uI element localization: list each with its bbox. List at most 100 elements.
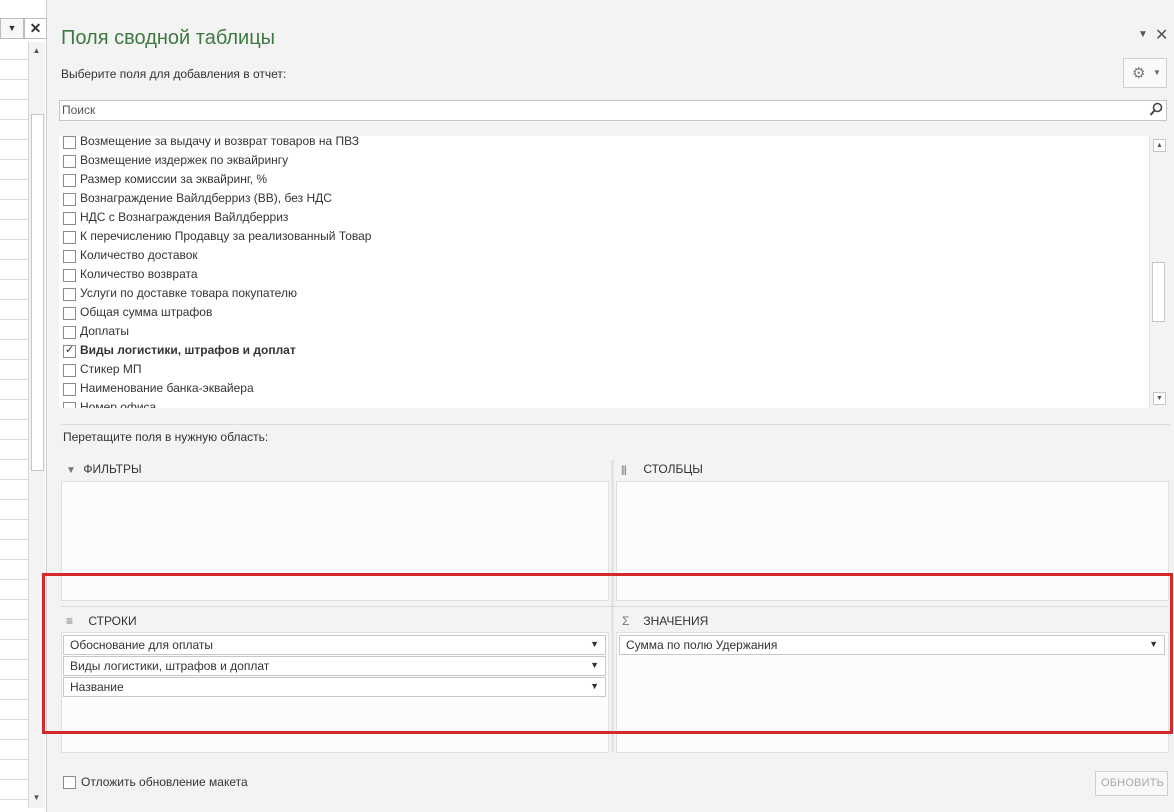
update-button[interactable]: ОБНОВИТЬ (1095, 771, 1168, 796)
field-checkbox[interactable] (63, 193, 76, 206)
grid-line (0, 139, 28, 140)
filters-title: ФИЛЬТРЫ (83, 462, 142, 476)
field-label: К перечислению Продавцу за реализованный… (80, 229, 372, 243)
field-label: Возмещение за выдачу и возврат товаров н… (80, 136, 359, 148)
field-checkbox[interactable] (63, 212, 76, 225)
field-label: Размер комиссии за эквайринг, % (80, 172, 268, 186)
grid-line (0, 159, 28, 160)
pane-close-icon[interactable]: ✕ (1155, 25, 1168, 45)
grid-line (0, 439, 28, 440)
grid-line (0, 559, 28, 560)
drag-fields-label: Перетащите поля в нужную область: (63, 430, 269, 444)
field-label: Количество возврата (80, 267, 198, 281)
grid-line (0, 599, 28, 600)
search-placeholder: Поиск (62, 103, 96, 117)
filter-icon: ▼ (66, 465, 76, 476)
defer-update-label: Отложить обновление макета (81, 775, 248, 789)
worksheet-strip: ▼ ✕ ▲ ▼ (0, 0, 47, 812)
field-checkbox[interactable] (63, 288, 76, 301)
grid-line (0, 279, 28, 280)
grid-line (0, 639, 28, 640)
scroll-up-icon[interactable]: ▲ (1153, 139, 1166, 152)
field-list-scrollbar[interactable]: ▲ ▼ (1149, 136, 1167, 408)
grid-line (0, 299, 28, 300)
grid-line (0, 679, 28, 680)
grid-line (0, 719, 28, 720)
filters-area-header: ▼ ФИЛЬТРЫ (66, 462, 142, 476)
grid-line (0, 799, 28, 800)
field-checkbox[interactable] (63, 250, 76, 263)
field-checkbox[interactable] (63, 174, 76, 187)
scroll-up-icon[interactable]: ▲ (31, 45, 42, 56)
pane-options-dropdown-icon[interactable]: ▼ (1138, 29, 1148, 40)
field-checkbox[interactable] (63, 326, 76, 339)
grid-line (0, 399, 28, 400)
field-label: Услуги по доставке товара покупателю (80, 286, 297, 300)
grid-line (0, 519, 28, 520)
field-checkbox[interactable] (63, 402, 76, 408)
choose-fields-label: Выберите поля для добавления в отчет: (61, 67, 287, 81)
scroll-thumb[interactable] (31, 114, 44, 471)
grid-line (0, 99, 28, 100)
grid-line (0, 499, 28, 500)
grid-line (0, 759, 28, 760)
close-icon[interactable]: ✕ (24, 18, 47, 39)
grid-line (0, 539, 28, 540)
scroll-down-icon[interactable]: ▼ (1153, 392, 1166, 405)
tools-button[interactable]: ⚙ ▼ (1123, 58, 1167, 88)
grid-line (0, 619, 28, 620)
field-checkbox[interactable] (63, 364, 76, 377)
field-label: Общая сумма штрафов (80, 305, 213, 319)
field-checkbox[interactable] (63, 383, 76, 396)
grid-line (0, 259, 28, 260)
field-checkbox[interactable] (63, 307, 76, 320)
grid-line (0, 79, 28, 80)
field-label: Виды логистики, штрафов и доплат (80, 343, 296, 357)
section-divider (61, 424, 1170, 425)
scroll-down-icon[interactable]: ▼ (31, 792, 42, 803)
search-input[interactable]: Поиск (59, 100, 1167, 121)
grid-line (0, 219, 28, 220)
red-highlight-frame (42, 573, 1173, 734)
grid-line (0, 119, 28, 120)
chevron-down-icon: ▼ (1153, 68, 1161, 77)
field-label: Номер офиса (80, 400, 157, 408)
grid-line (0, 59, 28, 60)
grid-line (0, 579, 28, 580)
columns-icon: ||| (621, 465, 627, 476)
field-checkbox[interactable] (63, 155, 76, 168)
field-checkbox[interactable] (63, 231, 76, 244)
field-label: Стикер МП (80, 362, 142, 376)
grid-line (0, 659, 28, 660)
field-label: Возмещение издержек по эквайрингу (80, 153, 289, 167)
columns-area-header: ||| СТОЛБЦЫ (621, 462, 703, 476)
defer-update-checkbox[interactable] (63, 776, 76, 789)
column-dropdown-button[interactable]: ▼ (0, 18, 24, 39)
grid-line (0, 739, 28, 740)
grid-line (0, 179, 28, 180)
grid-line (0, 779, 28, 780)
grid-line (0, 699, 28, 700)
grid-line (0, 479, 28, 480)
field-checkbox[interactable] (63, 269, 76, 282)
gear-icon: ⚙ (1132, 65, 1146, 82)
pane-title: Поля сводной таблицы (61, 27, 276, 49)
field-label: Наименование банка-эквайера (80, 381, 254, 395)
grid-line (0, 319, 28, 320)
grid-line (0, 339, 28, 340)
columns-title: СТОЛБЦЫ (643, 462, 703, 476)
grid-line (0, 379, 28, 380)
field-label: Вознаграждение Вайлдберриз (ВВ), без НДС (80, 191, 332, 205)
grid-line (0, 359, 28, 360)
field-label: НДС с Вознаграждения Вайлдберриз (80, 210, 289, 224)
grid-line (0, 459, 28, 460)
scroll-thumb[interactable] (1152, 262, 1165, 322)
update-button-label: ОБНОВИТЬ (1101, 777, 1165, 789)
field-list: Возмещение за выдачу и возврат товаров н… (59, 136, 1167, 408)
field-checkbox[interactable] (63, 343, 76, 358)
field-checkbox[interactable] (63, 136, 76, 149)
grid-line (0, 199, 28, 200)
field-label: Количество доставок (80, 248, 198, 262)
grid-line (0, 419, 28, 420)
search-icon[interactable] (1149, 102, 1163, 117)
